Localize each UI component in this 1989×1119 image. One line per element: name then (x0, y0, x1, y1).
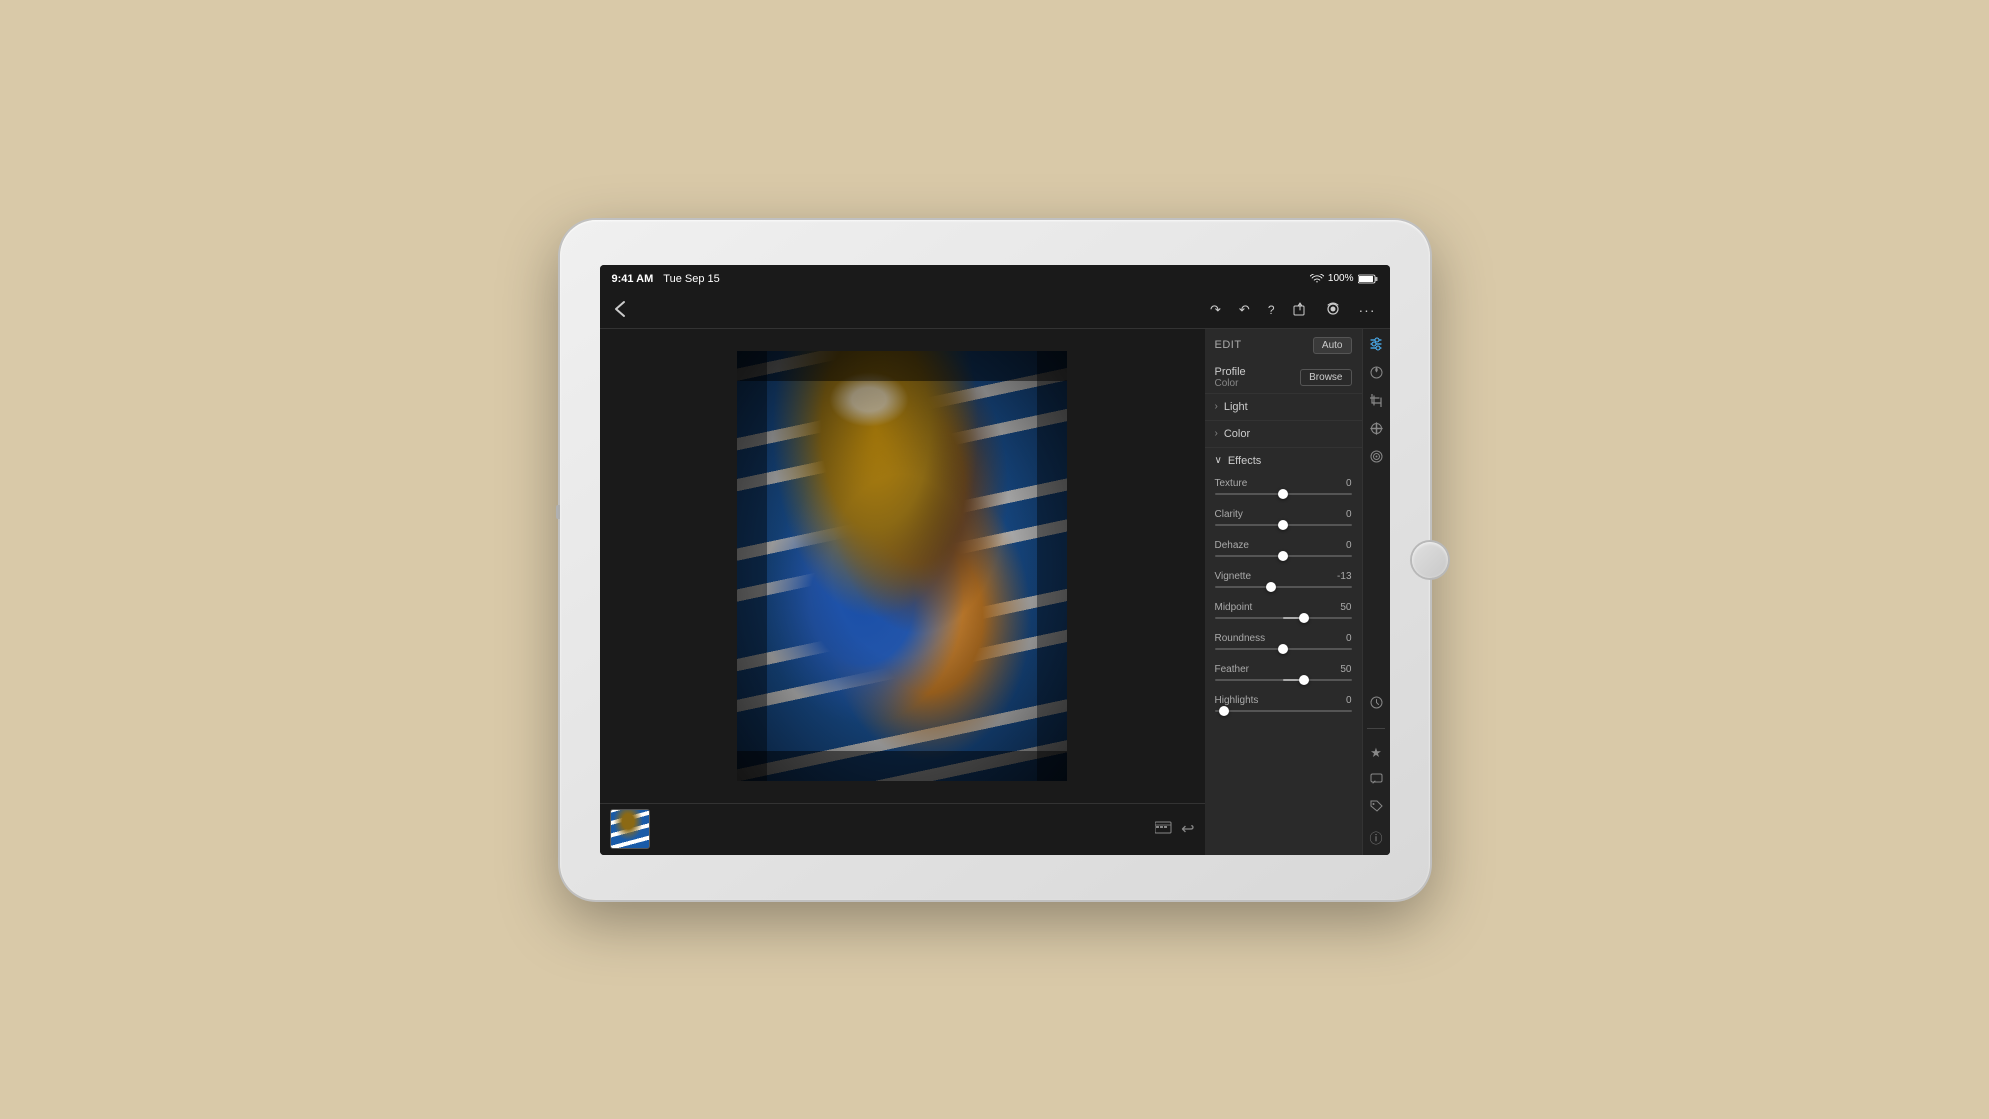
filmstrip-share-icon[interactable] (1155, 820, 1173, 839)
midpoint-slider-row: Midpoint 50 (1205, 598, 1362, 629)
sync-button[interactable] (1321, 300, 1345, 321)
light-section[interactable]: › Light (1205, 393, 1362, 420)
home-button[interactable] (1412, 542, 1448, 578)
filmstrip: ↩ (600, 803, 1205, 855)
help-button[interactable]: ? (1264, 301, 1279, 319)
effects-section: ∨ Effects Texture 0 (1205, 447, 1362, 722)
edit-header: EDIT Auto (1205, 329, 1362, 360)
clarity-thumb[interactable] (1278, 520, 1288, 530)
feather-track[interactable] (1215, 679, 1352, 681)
info-icon[interactable]: ⓘ (1369, 828, 1382, 847)
edit-label: EDIT (1215, 339, 1242, 351)
roundness-label: Roundness (1215, 633, 1266, 644)
filmstrip-thumbnail[interactable] (610, 809, 650, 849)
profile-title: Profile (1215, 366, 1246, 378)
more-button[interactable]: ··· (1355, 300, 1380, 320)
midpoint-label: Midpoint (1215, 602, 1253, 613)
adjust-icon[interactable] (1369, 337, 1383, 354)
profile-row: Profile Color Browse (1205, 360, 1362, 393)
battery-percentage: 100% (1328, 273, 1354, 284)
roundness-value: 0 (1346, 633, 1352, 644)
masking-icon[interactable] (1370, 450, 1383, 466)
roundness-thumb[interactable] (1278, 644, 1288, 654)
midpoint-thumb[interactable] (1299, 613, 1309, 623)
status-time: 9:41 AM (612, 273, 654, 285)
texture-thumb[interactable] (1278, 489, 1288, 499)
toolbar: ↷ ↶ ? (600, 293, 1390, 329)
vignette-track[interactable] (1215, 586, 1352, 588)
photo-container[interactable] (600, 329, 1205, 803)
roundness-slider-row: Roundness 0 (1205, 629, 1362, 660)
presets-icon[interactable] (1370, 366, 1383, 382)
color-arrow-icon: › (1215, 428, 1218, 439)
vignette-thumb[interactable] (1266, 582, 1276, 592)
clarity-value: 0 (1346, 509, 1352, 520)
color-label: Color (1224, 428, 1250, 440)
redo-button[interactable]: ↷ (1206, 300, 1225, 320)
edit-panel: EDIT Auto Profile Color Browse › (1205, 329, 1362, 855)
undo-button[interactable]: ↶ (1235, 300, 1254, 320)
vignette-label: Vignette (1215, 571, 1252, 582)
filmstrip-undo-icon[interactable]: ↩ (1181, 819, 1194, 839)
texture-slider-row: Texture 0 (1205, 474, 1362, 505)
texture-track[interactable] (1215, 493, 1352, 495)
history-icon[interactable] (1370, 696, 1383, 712)
highlights-value: 0 (1346, 695, 1352, 706)
side-icons: ★ (1362, 329, 1390, 855)
tags-icon[interactable] (1370, 800, 1383, 816)
auto-button[interactable]: Auto (1313, 337, 1352, 354)
highlights-track[interactable] (1215, 710, 1352, 712)
roundness-track[interactable] (1215, 648, 1352, 650)
right-panel: EDIT Auto Profile Color Browse › (1205, 329, 1390, 855)
highlights-label: Highlights (1215, 695, 1259, 706)
photo-area: ↩ (600, 329, 1205, 855)
wifi-icon (1310, 274, 1324, 284)
effects-header[interactable]: ∨ Effects (1205, 448, 1362, 474)
feather-thumb[interactable] (1299, 675, 1309, 685)
highlights-slider-row: Highlights 0 (1205, 691, 1362, 722)
battery-icon (1358, 274, 1378, 284)
feather-value: 50 (1340, 664, 1351, 675)
color-section[interactable]: › Color (1205, 420, 1362, 447)
midpoint-value: 50 (1340, 602, 1351, 613)
ipad-screen: 9:41 AM Tue Sep 15 100% (600, 265, 1390, 855)
comments-icon[interactable] (1370, 773, 1383, 788)
dehaze-value: 0 (1346, 540, 1352, 551)
vignette-slider-row: Vignette -13 (1205, 567, 1362, 598)
rating-icon[interactable]: ★ (1370, 745, 1382, 761)
feather-slider-row: Feather 50 (1205, 660, 1362, 691)
feather-label: Feather (1215, 664, 1249, 675)
highlights-thumb[interactable] (1219, 706, 1229, 716)
profile-subtitle: Color (1215, 378, 1246, 389)
icon-separator (1367, 728, 1385, 729)
light-label: Light (1224, 401, 1248, 413)
effects-label: Effects (1228, 455, 1261, 467)
back-button[interactable] (610, 298, 630, 323)
texture-label: Texture (1215, 478, 1248, 489)
healing-icon[interactable] (1370, 422, 1383, 438)
status-bar: 9:41 AM Tue Sep 15 100% (600, 265, 1390, 293)
dehaze-label: Dehaze (1215, 540, 1249, 551)
dehaze-thumb[interactable] (1278, 551, 1288, 561)
crop-icon[interactable] (1370, 394, 1383, 410)
light-arrow-icon: › (1215, 401, 1218, 412)
browse-button[interactable]: Browse (1300, 369, 1351, 386)
effects-arrow-icon: ∨ (1215, 455, 1222, 466)
clarity-label: Clarity (1215, 509, 1243, 520)
share-button[interactable] (1289, 300, 1311, 321)
ipad-device: 9:41 AM Tue Sep 15 100% (560, 220, 1430, 900)
dehaze-slider-row: Dehaze 0 (1205, 536, 1362, 567)
clarity-slider-row: Clarity 0 (1205, 505, 1362, 536)
side-button (556, 505, 560, 519)
vignette-value: -13 (1337, 571, 1351, 582)
status-date: Tue Sep 15 (663, 273, 719, 285)
midpoint-track[interactable] (1215, 617, 1352, 619)
dehaze-track[interactable] (1215, 555, 1352, 557)
clarity-track[interactable] (1215, 524, 1352, 526)
texture-value: 0 (1346, 478, 1352, 489)
